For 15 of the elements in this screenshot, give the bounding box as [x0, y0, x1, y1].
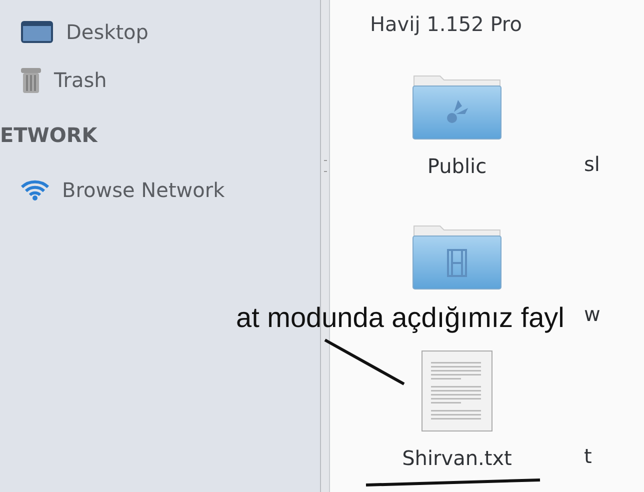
- section-heading: ETWORK: [0, 122, 99, 149]
- annotation-text: at modunda açdığımız fayl: [236, 302, 564, 334]
- wifi-icon: [20, 179, 50, 201]
- folder-title: Havij 1.152 Pro: [369, 12, 523, 38]
- file-name[interactable]: Shirvan.txt: [402, 446, 512, 470]
- file-name[interactable]: sl: [584, 152, 644, 182]
- sidebar-item[interactable]: Desktop: [0, 8, 320, 56]
- file-name[interactable]: t: [584, 444, 644, 474]
- text-document-icon[interactable]: [421, 350, 493, 432]
- file-name[interactable]: Public: [427, 154, 487, 178]
- sidebar-item[interactable]: Trash: [0, 56, 320, 104]
- trash-icon: [20, 66, 42, 94]
- sidebar-item[interactable]: Browse Network: [0, 166, 320, 214]
- file-name[interactable]: w: [584, 302, 644, 332]
- monitor-icon: [20, 20, 54, 44]
